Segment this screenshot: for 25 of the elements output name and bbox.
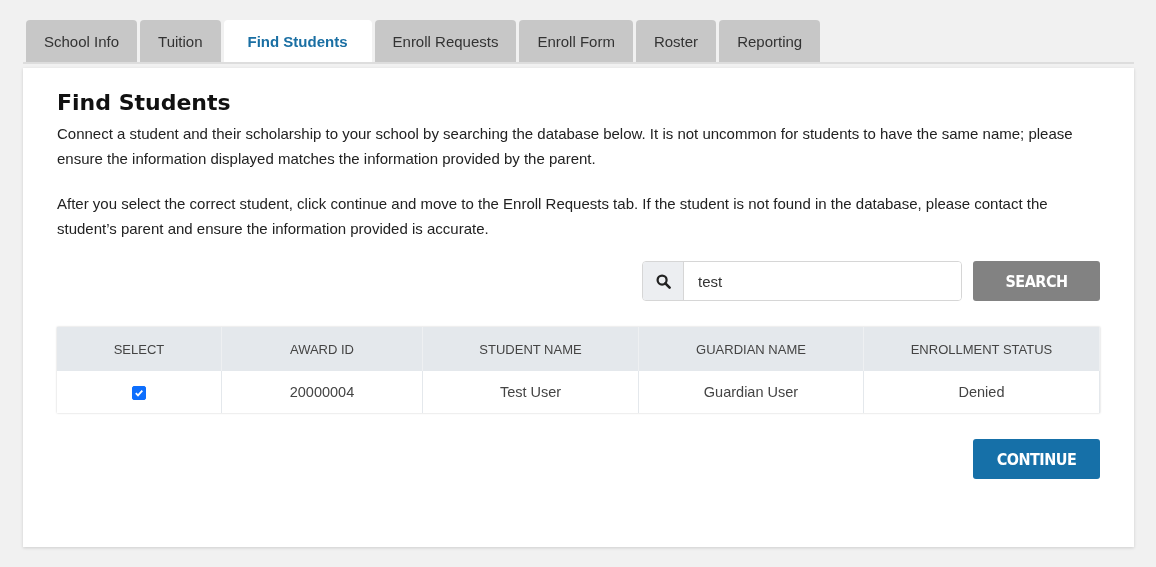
column-header: GUARDIAN NAME [638, 327, 864, 371]
column-header: SELECT [57, 327, 222, 371]
column-header: STUDENT NAME [422, 327, 639, 371]
tab[interactable]: Reporting [719, 20, 821, 62]
checkmark-icon [134, 388, 144, 399]
tab[interactable]: Enroll Requests [374, 20, 517, 62]
table-cell: Denied [863, 371, 1100, 413]
search-button[interactable]: SEARCH [973, 261, 1100, 301]
search-icon [655, 273, 671, 289]
tab[interactable]: Roster [635, 20, 717, 62]
instruction-text: Connect a student and their scholarship to your school by searching the database below. It is not uncommon for students to have the same name; please ensure the information displayed matches the information provided by the parent. [57, 124, 1074, 169]
tab[interactable]: Enroll Form [519, 20, 633, 62]
search-field[interactable]: test [642, 261, 962, 301]
tab[interactable]: Tuition [140, 20, 221, 62]
continue-button[interactable]: CONTINUE [973, 439, 1100, 479]
table-cell: 20000004 [221, 371, 423, 413]
column-header: ENROLLMENT STATUS [863, 327, 1100, 371]
table-cell: Test User [422, 371, 639, 413]
select-checkbox[interactable] [132, 386, 146, 401]
column-header: AWARD ID [221, 327, 423, 371]
tab[interactable]: Find Students [223, 20, 372, 62]
tab[interactable]: School Info [26, 20, 138, 62]
instruction-text: After you select the correct student, click continue and move to the Enroll Requests tab. If the student is not found in the database, please contact the student’s parent and ensure the information provided is accurate. [57, 194, 1049, 239]
table-cell: Guardian User [638, 371, 864, 413]
page-heading: Find Students [57, 90, 232, 115]
